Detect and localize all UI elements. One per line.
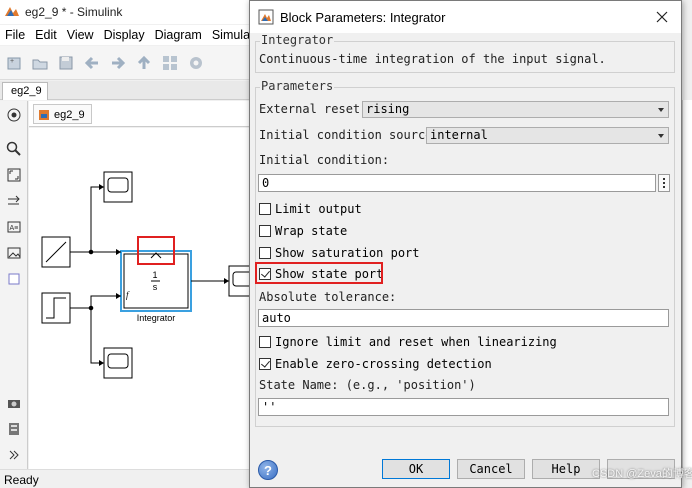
more-options-icon[interactable]: [658, 174, 670, 192]
integrator-denominator: s: [153, 282, 158, 292]
svg-text:A≡: A≡: [10, 225, 19, 232]
back-arrow-icon[interactable]: [82, 53, 102, 73]
forward-arrow-icon[interactable]: [108, 53, 128, 73]
toolbar: +: [0, 46, 260, 80]
dialog-title-bar: Block Parameters: Integrator: [250, 1, 681, 33]
wrap-state-row[interactable]: Wrap state: [259, 223, 347, 239]
help-icon[interactable]: ?: [258, 460, 278, 480]
show-state-port-checkbox[interactable]: [259, 268, 271, 280]
ok-button[interactable]: OK: [382, 459, 450, 479]
gear-icon[interactable]: [186, 53, 206, 73]
chevron-down-icon: [658, 134, 664, 138]
address-bar: eg2_9: [29, 101, 260, 127]
menu-simulation[interactable]: Simula: [207, 28, 255, 42]
status-bar: Ready: [0, 469, 260, 488]
block-parameters-dialog: Block Parameters: Integrator Integrator …: [249, 0, 682, 488]
zero-crossing-checkbox[interactable]: [259, 358, 271, 370]
image-icon[interactable]: [4, 243, 24, 263]
show-state-port-label: Show state port: [275, 267, 384, 281]
abs-tol-label: Absolute tolerance:: [259, 290, 397, 304]
new-model-icon[interactable]: +: [4, 53, 24, 73]
simulink-block-icon: [258, 9, 274, 25]
svg-text:+: +: [10, 58, 14, 65]
model-browser-icon[interactable]: [4, 419, 24, 439]
external-reset-value: rising: [366, 102, 410, 116]
menu-edit[interactable]: Edit: [30, 28, 62, 42]
ignore-limit-row[interactable]: Ignore limit and reset when linearizing: [259, 334, 557, 350]
initial-condition-input[interactable]: 0: [258, 174, 656, 192]
zero-crossing-label: Enable zero-crossing detection: [275, 357, 492, 371]
area-icon[interactable]: [4, 269, 24, 289]
absolute-tolerance-input[interactable]: auto: [258, 309, 669, 327]
breadcrumb[interactable]: eg2_9: [33, 103, 92, 124]
right-edge-strip: [682, 100, 692, 470]
model-canvas[interactable]: 1 s f Integrator: [29, 128, 256, 469]
step-block[interactable]: [41, 292, 71, 324]
tab-eg2-9[interactable]: eg2_9: [2, 82, 48, 100]
ic-source-dropdown[interactable]: internal: [426, 127, 669, 144]
scope-block-top[interactable]: [103, 171, 133, 203]
limit-output-checkbox[interactable]: [259, 203, 271, 215]
model-icon: [39, 109, 49, 120]
breadcrumb-label: eg2_9: [54, 108, 85, 121]
hide-browser-icon[interactable]: [4, 105, 24, 125]
up-arrow-icon[interactable]: [134, 53, 154, 73]
ic-label: Initial condition:: [259, 153, 390, 167]
annotation-icon[interactable]: A≡: [4, 217, 24, 237]
simulink-title-bar: eg2_9 * - Simulink: [0, 0, 260, 24]
state-name-label: State Name: (e.g., 'position'): [259, 378, 476, 392]
open-folder-icon[interactable]: [30, 53, 50, 73]
external-reset-dropdown[interactable]: rising: [362, 101, 669, 118]
ignore-limit-label: Ignore limit and reset when linearizing: [275, 335, 557, 349]
dialog-title: Block Parameters: Integrator: [280, 9, 446, 25]
integrator-block[interactable]: [120, 250, 192, 312]
ic-source-label: Initial condition source:: [259, 128, 440, 142]
zoom-icon[interactable]: [4, 139, 24, 159]
integrator-numerator: 1: [152, 270, 157, 280]
double-chevron-icon[interactable]: [4, 445, 24, 465]
menu-bar: File Edit View Display Diagram Simula: [0, 25, 260, 45]
wrap-state-checkbox[interactable]: [259, 225, 271, 237]
save-icon[interactable]: [56, 53, 76, 73]
menu-diagram[interactable]: Diagram: [150, 28, 207, 42]
menu-file[interactable]: File: [0, 28, 30, 42]
integrator-block-label: Integrator: [137, 313, 176, 323]
help-button[interactable]: Help: [532, 459, 600, 479]
close-icon[interactable]: [653, 8, 671, 26]
arrow-right-icon[interactable]: [4, 191, 24, 211]
description-group-label: Integrator: [260, 33, 335, 47]
scope-block-right[interactable]: [228, 265, 256, 297]
watermark: CSDN @Zeva的博客: [592, 468, 692, 480]
chevron-down-icon: [658, 108, 664, 112]
simulink-app-icon: [5, 7, 19, 16]
palette-sidebar: A≡: [0, 101, 28, 469]
external-reset-label: External reset:: [259, 102, 368, 116]
show-state-port-row[interactable]: Show state port: [259, 266, 383, 282]
ignore-limit-checkbox[interactable]: [259, 336, 271, 348]
scope-block-bottom[interactable]: [103, 347, 133, 379]
wrap-state-label: Wrap state: [275, 224, 348, 238]
zero-crossing-row[interactable]: Enable zero-crossing detection: [259, 356, 492, 372]
block-diagram: 1 s f Integrator: [41, 171, 256, 379]
parameters-group-label: Parameters: [260, 79, 335, 93]
camera-icon[interactable]: [4, 393, 24, 413]
show-saturation-checkbox[interactable]: [259, 247, 271, 259]
limit-output-row[interactable]: Limit output: [259, 201, 362, 217]
library-browser-icon[interactable]: [160, 53, 180, 73]
cancel-button[interactable]: Cancel: [457, 459, 525, 479]
state-name-input[interactable]: '': [258, 398, 669, 416]
block-description: Continuous-time integration of the input…: [259, 52, 606, 66]
menu-view[interactable]: View: [62, 28, 99, 42]
fit-to-view-icon[interactable]: [4, 165, 24, 185]
model-tabs: eg2_9: [0, 81, 260, 100]
limit-output-label: Limit output: [275, 202, 362, 216]
ramp-block[interactable]: [41, 236, 71, 268]
window-title: eg2_9 * - Simulink: [25, 5, 123, 19]
ic-source-value: internal: [430, 128, 488, 142]
show-saturation-label: Show saturation port: [275, 246, 420, 260]
show-saturation-row[interactable]: Show saturation port: [259, 245, 420, 261]
menu-display[interactable]: Display: [99, 28, 150, 42]
